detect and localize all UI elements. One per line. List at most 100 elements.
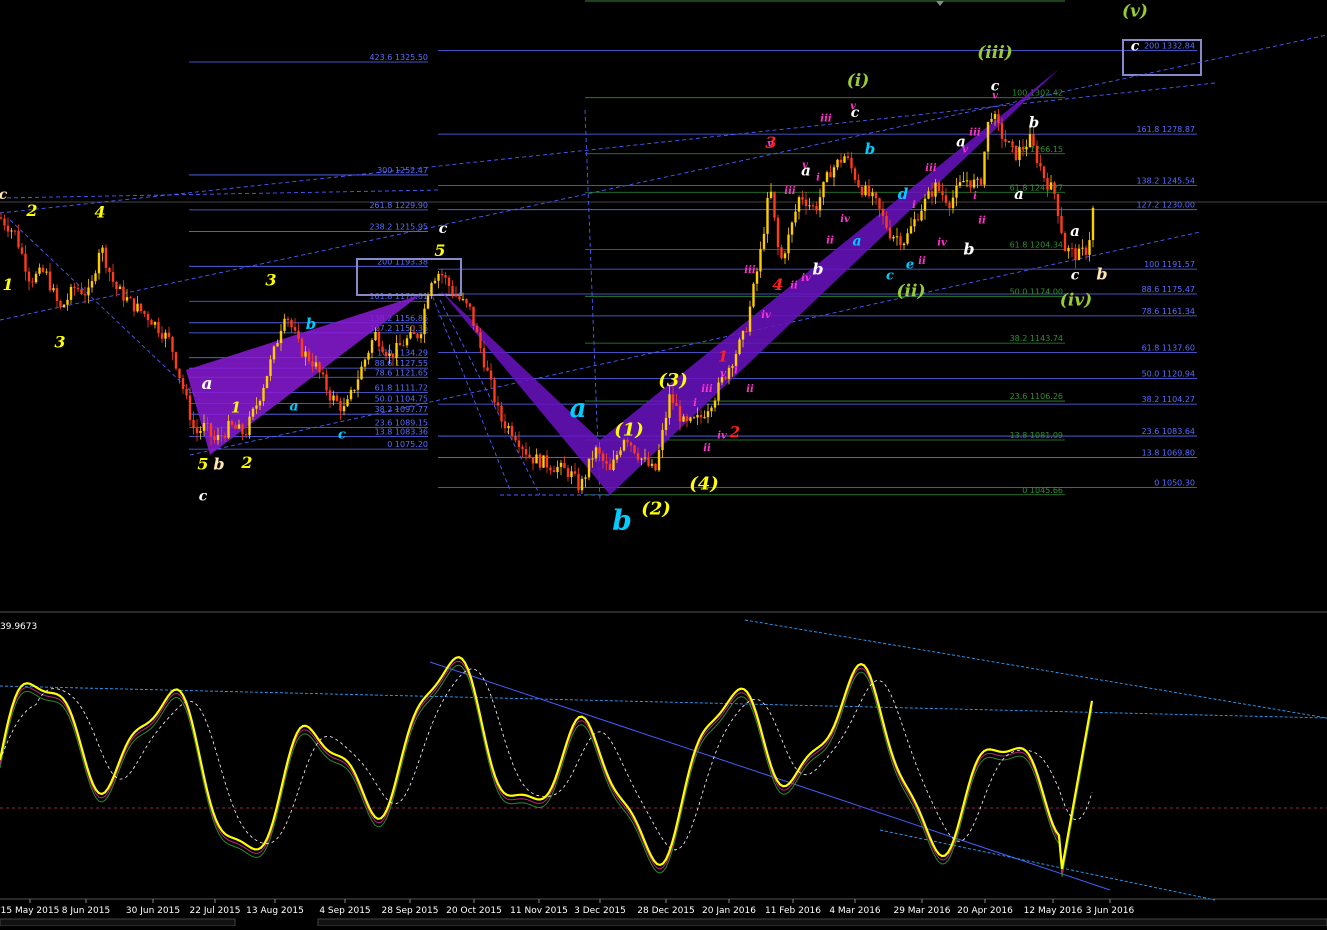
candle-body [34, 273, 38, 283]
candle-body [734, 353, 738, 367]
candle-body [580, 478, 584, 491]
candle-body [874, 192, 878, 199]
candle-body [66, 299, 69, 305]
candle-body [727, 367, 731, 379]
candle-body [87, 287, 90, 296]
candle-body [181, 378, 185, 389]
candle-body [839, 159, 843, 163]
candle-body [314, 362, 318, 367]
candle-body [458, 296, 461, 300]
wave-label: ii [918, 256, 926, 267]
fib-green-level-label: 23.6 1106.26 [1010, 392, 1063, 401]
candle-body [269, 359, 272, 376]
candle-body [846, 156, 850, 159]
fib-green-level-label: 50.0 1174.00 [1010, 287, 1063, 296]
candle-body [472, 306, 475, 326]
candle-body [300, 338, 304, 357]
wave-label: 1 [231, 398, 241, 416]
candle-body [752, 283, 755, 307]
wave-label: b [865, 140, 876, 158]
candle-body [612, 459, 615, 471]
candle-body [437, 273, 440, 281]
date-tick-label: 22 Jul 2015 [190, 906, 241, 916]
candle-body [619, 450, 622, 455]
candle-body [1014, 145, 1018, 161]
candle-body [920, 210, 923, 221]
candle-body [342, 406, 346, 412]
wave-label: iii [925, 163, 937, 174]
wave-label: v [992, 90, 998, 101]
wave-label: 3 [54, 332, 65, 351]
candle-body [220, 435, 223, 437]
candle-body [423, 308, 426, 335]
date-tick-label: 30 Jun 2015 [126, 906, 180, 916]
wave-label: a [1070, 222, 1080, 240]
candle-body [59, 301, 62, 308]
candle-body [251, 408, 255, 417]
candle-body [213, 436, 216, 441]
candle-body [769, 191, 773, 198]
candle-body [703, 417, 706, 419]
wave-label: ii [978, 216, 986, 227]
fib-right-level-label: 78.6 1161.34 [1142, 307, 1195, 316]
candle-body [500, 405, 503, 422]
wave-label: (3) [658, 370, 688, 391]
candle-body [535, 454, 538, 464]
candle-body [402, 345, 405, 347]
candle-body [808, 205, 811, 207]
wave-label: v [850, 101, 856, 112]
candle-body [6, 225, 10, 232]
candle-body [388, 353, 391, 357]
candle-body [986, 121, 990, 152]
wave-label: (iii) [977, 43, 1012, 63]
fib-right-level-label: 138.2 1245.54 [1136, 177, 1195, 186]
candle-body [157, 322, 160, 334]
candle-body [503, 421, 507, 429]
candle-body [514, 436, 517, 441]
date-tick-label: 29 Mar 2016 [893, 906, 950, 916]
candle-body [976, 178, 979, 180]
candle-body [650, 463, 654, 466]
fib-left-level-label: 78.6 1121.65 [375, 368, 428, 377]
candle-body [1028, 134, 1032, 148]
candle-body [654, 463, 657, 471]
wave-label: v [720, 369, 726, 380]
candle-body [202, 422, 206, 431]
candle-body [892, 236, 895, 239]
candle-body [10, 230, 13, 232]
candle-body [412, 332, 416, 334]
fib-right-level-label: 38.2 1104.27 [1142, 395, 1195, 404]
candle-body [164, 332, 167, 339]
fib-green-level-label: 61.8 1204.34 [1010, 240, 1063, 249]
wave-label: iv [761, 310, 771, 321]
candle-body [1011, 141, 1014, 146]
candle-body [699, 414, 703, 418]
candle-body [241, 424, 244, 435]
candle-body [216, 435, 220, 441]
candle-body [664, 417, 668, 430]
candle-body [601, 453, 605, 461]
candle-body [279, 330, 283, 344]
wave-label: c [199, 488, 208, 504]
candle-body [923, 198, 927, 211]
wave-label: 3 [265, 270, 276, 289]
candle-body [783, 253, 787, 259]
candle-body [122, 286, 125, 301]
candle-body [755, 271, 759, 284]
candle-body [563, 462, 566, 469]
candle-body [528, 454, 531, 458]
candle-body [223, 435, 227, 438]
candle-body [860, 186, 864, 196]
candle-body [1000, 123, 1004, 139]
candle-body [937, 182, 941, 192]
candle-body [430, 283, 433, 296]
candle-body [818, 197, 822, 211]
candle-body [1032, 134, 1035, 146]
fib-right-level-label: 161.8 1278.87 [1136, 125, 1195, 134]
candle-body [794, 211, 797, 223]
candle-body [272, 346, 276, 360]
candle-body [1018, 147, 1021, 161]
candle-body [668, 394, 671, 418]
candle-body [297, 330, 300, 339]
candle-body [48, 271, 52, 291]
